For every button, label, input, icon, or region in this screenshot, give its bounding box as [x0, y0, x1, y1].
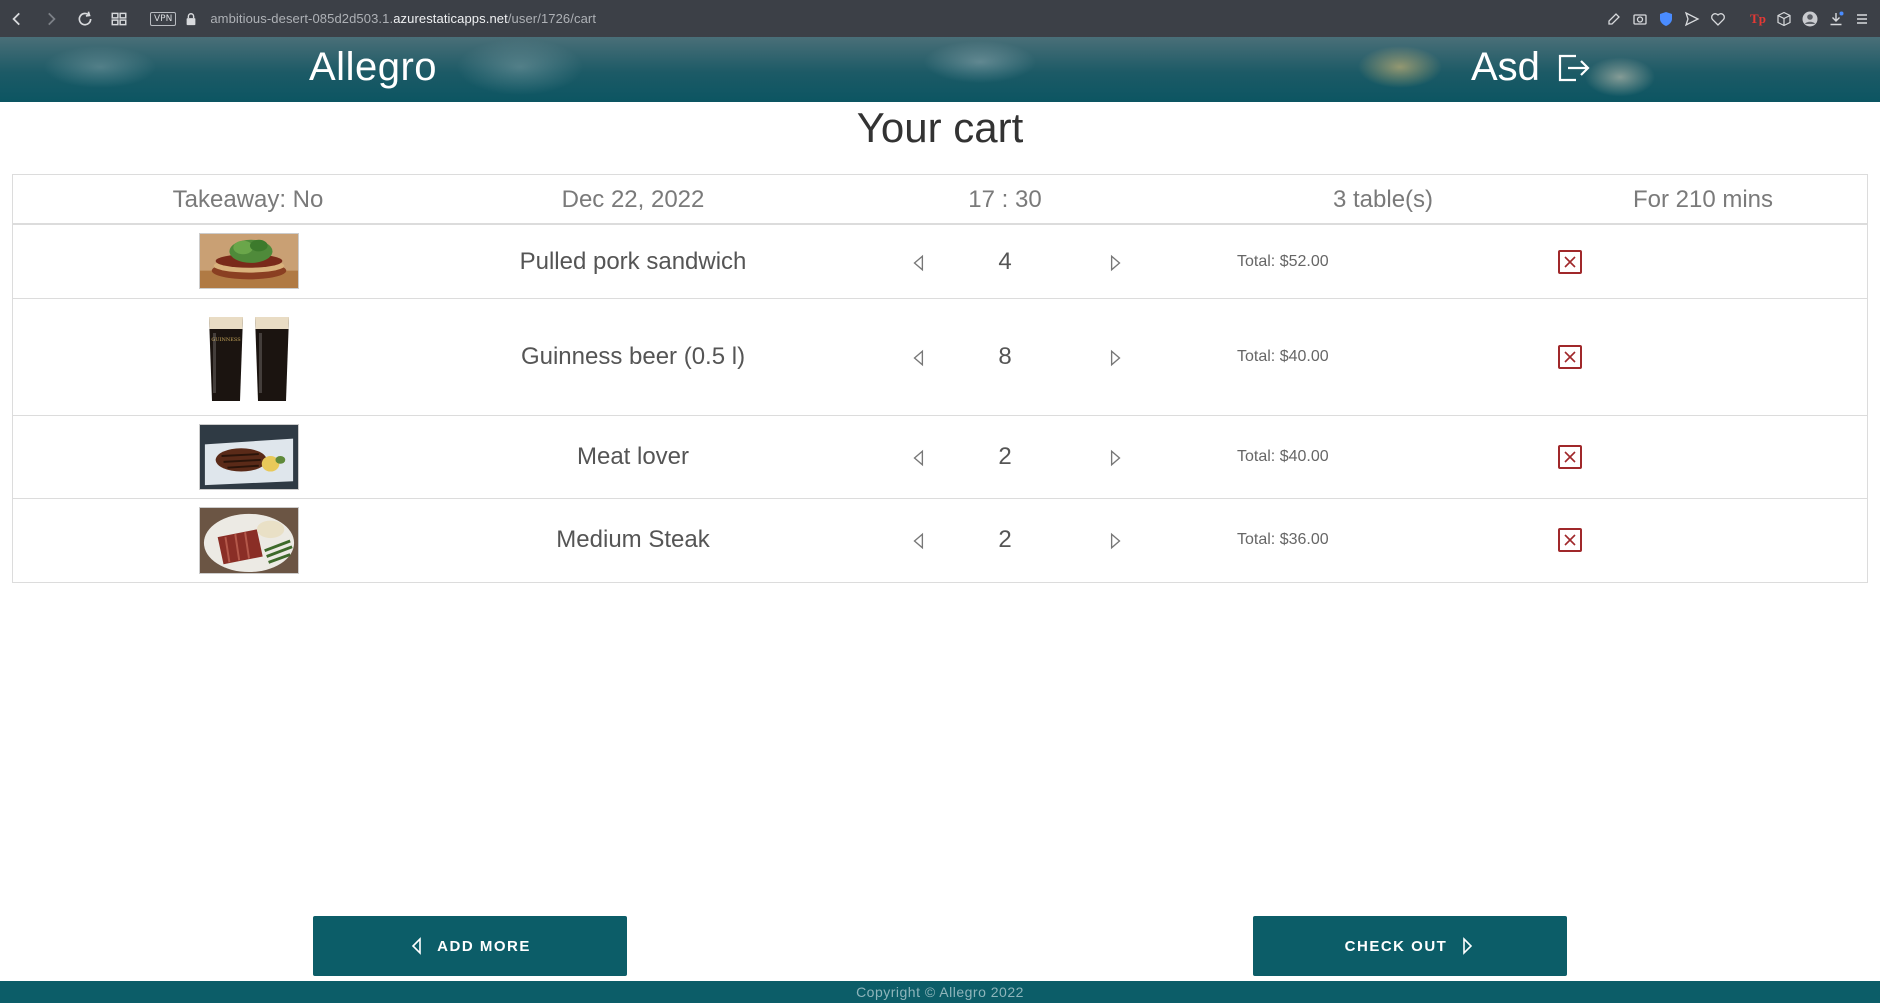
forward-icon[interactable]: [34, 0, 68, 37]
lock-icon[interactable]: [184, 12, 198, 26]
cart-item-row: Medium Steak 2 Total: $36.00: [13, 499, 1867, 582]
chevron-right-icon: [1463, 937, 1473, 955]
vpn-badge[interactable]: VPN: [150, 11, 177, 26]
cube-icon[interactable]: [1774, 9, 1794, 29]
heart-icon[interactable]: [1708, 9, 1728, 29]
line-total: Total: $40.00: [1237, 348, 1329, 365]
quantity-value: 2: [998, 443, 1012, 470]
takeaway-info: Takeaway: No: [172, 186, 324, 213]
decrease-quantity-button[interactable]: [908, 252, 930, 274]
check-out-label: CHECK OUT: [1344, 937, 1448, 955]
logout-icon[interactable]: [1554, 48, 1594, 88]
page-title: Your cart: [856, 104, 1024, 151]
back-icon[interactable]: [0, 0, 34, 37]
increase-quantity-button[interactable]: [1104, 530, 1126, 552]
line-total: Total: $40.00: [1237, 448, 1329, 465]
user-area: Asd: [1471, 45, 1594, 90]
add-more-label: ADD MORE: [437, 937, 531, 955]
shield-icon[interactable]: [1656, 9, 1676, 29]
tables-info: 3 table(s): [1332, 186, 1434, 213]
reload-icon[interactable]: [68, 0, 102, 37]
url-prefix: ambitious-desert-085d2d503.1.: [210, 11, 394, 26]
date-info: Dec 22, 2022: [561, 186, 705, 213]
item-name: Meat lover: [576, 443, 690, 470]
line-total: Total: $36.00: [1237, 531, 1329, 548]
increase-quantity-button[interactable]: [1104, 347, 1126, 369]
time-info: 17 : 30: [968, 186, 1042, 213]
chevron-left-icon: [412, 937, 421, 955]
browser-toolbar: VPN ambitious-desert-085d2d503.1.azurest…: [0, 0, 1880, 37]
quantity-value: 2: [998, 526, 1012, 553]
footer: Copyright © Allegro 2022: [0, 981, 1880, 1003]
cart-item-row: GUINNESS Guinness beer (0.5 l) 8 Total: …: [13, 299, 1867, 416]
add-more-button[interactable]: ADD MORE: [313, 916, 627, 976]
profile-avatar-icon[interactable]: [1800, 9, 1820, 29]
decrease-quantity-button[interactable]: [908, 530, 930, 552]
remove-item-button[interactable]: [1558, 445, 1582, 469]
copyright-text: Copyright © Allegro 2022: [856, 984, 1024, 1000]
item-name: Guinness beer (0.5 l): [520, 343, 746, 370]
url-path: /user/1726/cart: [507, 11, 597, 26]
item-name: Pulled pork sandwich: [519, 248, 747, 275]
sandwich-image: [199, 233, 299, 289]
camera-icon[interactable]: [1630, 9, 1650, 29]
duration-info: For 210 mins: [1632, 186, 1774, 213]
edit-icon[interactable]: [1604, 9, 1624, 29]
check-out-button[interactable]: CHECK OUT: [1253, 916, 1567, 976]
address-bar[interactable]: ambitious-desert-085d2d503.1.azurestatic…: [210, 11, 596, 26]
brand-logo[interactable]: Allegro: [309, 45, 437, 90]
tabs-grid-icon[interactable]: [102, 0, 136, 37]
download-icon[interactable]: [1826, 9, 1846, 29]
decrease-quantity-button[interactable]: [908, 347, 930, 369]
cart-item-row: Pulled pork sandwich 4 Total: $52.00: [13, 225, 1867, 299]
send-icon[interactable]: [1682, 9, 1702, 29]
quantity-value: 4: [998, 248, 1012, 275]
app-header: Allegro Asd: [0, 37, 1880, 102]
user-name[interactable]: Asd: [1471, 45, 1540, 90]
remove-item-button[interactable]: [1558, 345, 1582, 369]
decrease-quantity-button[interactable]: [908, 447, 930, 469]
increase-quantity-button[interactable]: [1104, 447, 1126, 469]
menu-icon[interactable]: [1852, 9, 1872, 29]
steak-sliced-image: [199, 507, 299, 574]
line-total: Total: $52.00: [1237, 253, 1329, 270]
quantity-value: 8: [998, 343, 1012, 370]
remove-item-button[interactable]: [1558, 528, 1582, 552]
cart-item-row: Meat lover 2 Total: $40.00: [13, 416, 1867, 499]
remove-item-button[interactable]: [1558, 250, 1582, 274]
tp-extension-icon[interactable]: Tp: [1748, 9, 1768, 29]
steak-plate-image: [199, 424, 299, 490]
increase-quantity-button[interactable]: [1104, 252, 1126, 274]
reservation-info-row: Takeaway: No Dec 22, 2022 17 : 30 3 tabl…: [13, 175, 1867, 225]
browser-extensions: Tp: [1604, 0, 1872, 37]
cart-table: Takeaway: No Dec 22, 2022 17 : 30 3 tabl…: [12, 174, 1868, 583]
beer-image: GUINNESS: [199, 311, 299, 404]
url-host: azurestaticapps.net: [393, 11, 508, 26]
item-name: Medium Steak: [556, 526, 710, 553]
